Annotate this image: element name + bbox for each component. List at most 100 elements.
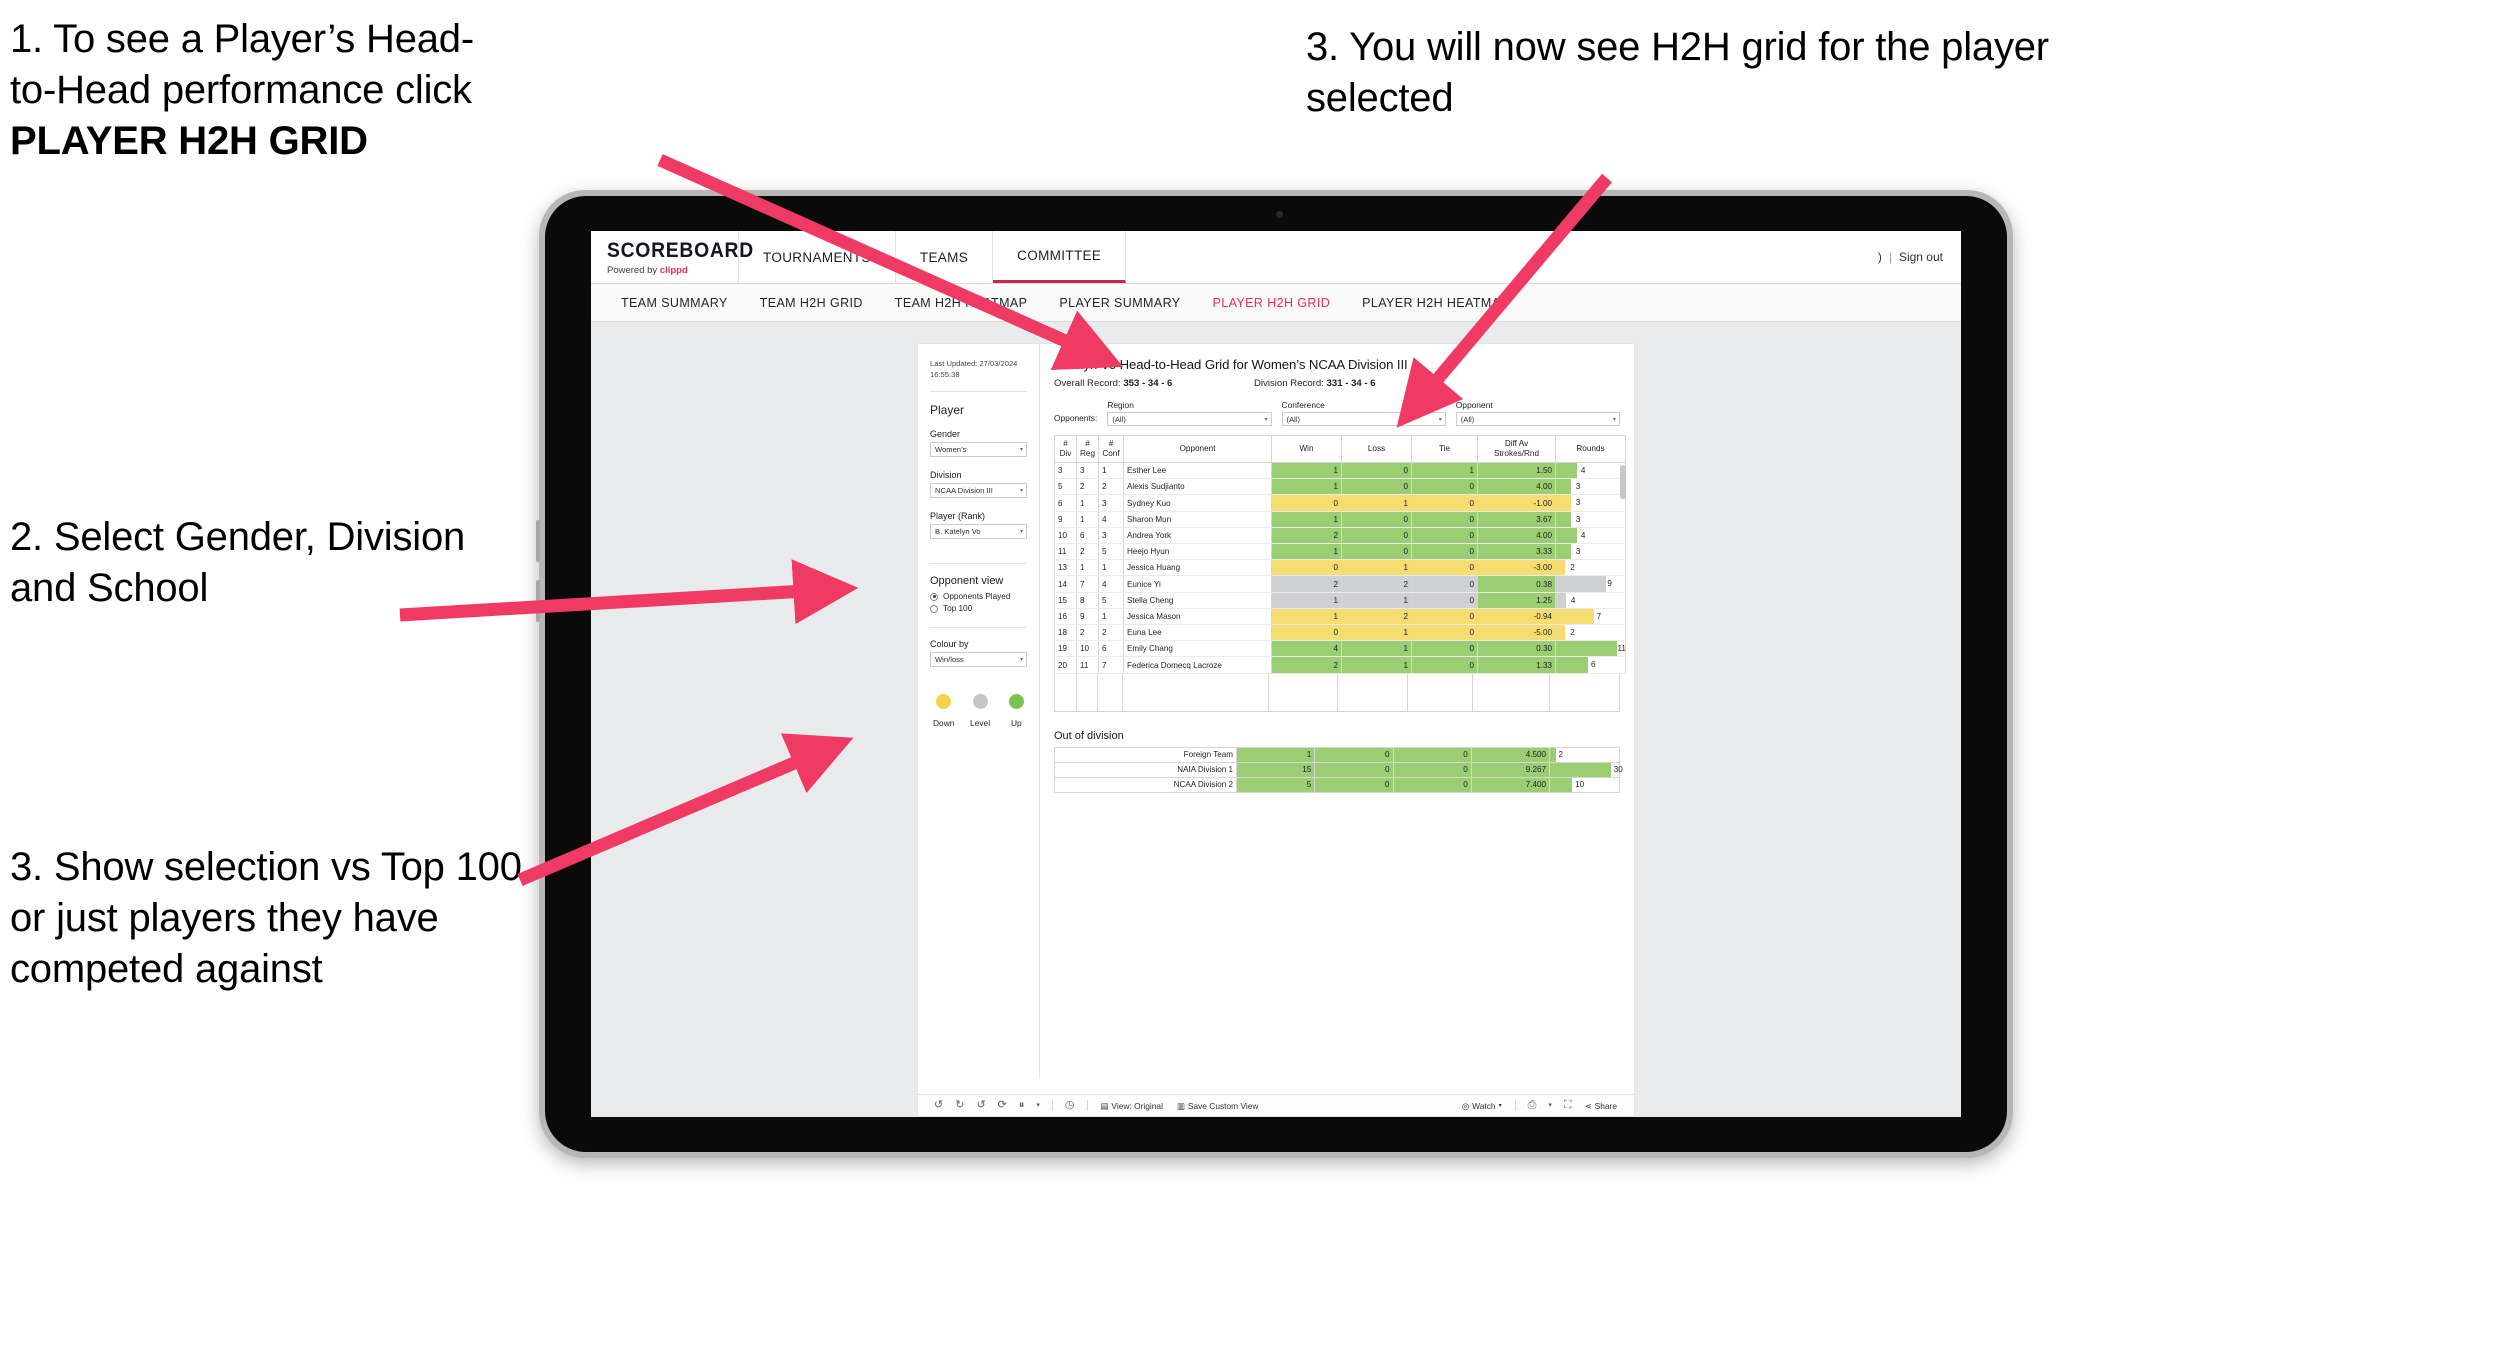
rounds-bar (1556, 608, 1594, 624)
volume-button-down (536, 580, 540, 622)
legend-dot-down (936, 694, 952, 709)
cell-rounds: 4 (1555, 592, 1626, 609)
col-header-rounds[interactable]: Rounds (1555, 435, 1626, 463)
cell-loss: 1 (1341, 592, 1412, 609)
nav-item-teams[interactable]: TEAMS (896, 231, 994, 283)
ood-loss: 0 (1314, 776, 1394, 793)
table-row[interactable]: 11 2 5 Heejo Hyun 1 0 0 3.33 3 (1054, 543, 1626, 561)
table-row[interactable]: 15 8 5 Stella Cheng 1 1 0 1.25 4 (1054, 592, 1626, 609)
filter-gender-value: Women’s (935, 445, 967, 454)
legend-item-level: Level (969, 694, 990, 728)
cell-rounds: 3 (1555, 478, 1626, 496)
opponent-filter-opponent-select[interactable]: (All) ▾ (1455, 412, 1621, 426)
table-row[interactable]: 20 11 7 Federica Domecq Lacroze 2 1 0 1.33 6 (1054, 656, 1626, 674)
refresh-data-icon[interactable]: ⟳ (992, 1100, 1013, 1111)
tab-player-h2h-heatmap[interactable]: PLAYER H2H HEATMAP (1346, 296, 1525, 310)
nav-item-tournaments[interactable]: TOURNAMENTS (739, 231, 896, 283)
filter-player-select[interactable]: B. Katelyn Vo ▾ (930, 524, 1027, 539)
save-custom-view-button[interactable]: ▥ Save Custom View (1170, 1101, 1266, 1111)
cell-opponent: Stella Cheng (1123, 592, 1272, 609)
opponents-label: Opponents: (1054, 413, 1098, 423)
cell-win: 1 (1271, 543, 1342, 561)
cell-rounds: 3 (1555, 494, 1626, 512)
revert-icon[interactable]: ↺ (970, 1100, 991, 1111)
out-of-division-row[interactable]: NAIA Division 1 15 0 0 9.267 30 (1054, 761, 1623, 778)
tab-team-h2h-grid[interactable]: TEAM H2H GRID (744, 296, 879, 310)
tab-team-summary[interactable]: TEAM SUMMARY (605, 296, 744, 310)
undo-icon[interactable]: ↺ (928, 1100, 949, 1111)
cell-div: 3 (1054, 462, 1077, 480)
out-of-division-row[interactable]: NCAA Division 2 5 0 0 7.400 10 (1054, 776, 1620, 793)
redo-icon[interactable]: ↻ (949, 1100, 970, 1111)
col-header-div[interactable]: # Div (1054, 435, 1077, 463)
table-row[interactable]: 9 1 4 Sharon Mun 1 0 0 3.67 3 (1054, 511, 1626, 528)
col-header-reg[interactable]: # Reg (1076, 435, 1099, 463)
opponent-filter-region-select[interactable]: (All) ▾ (1107, 412, 1272, 426)
tab-player-h2h-grid[interactable]: PLAYER H2H GRID (1197, 296, 1347, 310)
filter-colour-by-select[interactable]: Win/loss ▾ (930, 652, 1027, 667)
grid-content: Katelyn Vo Head-to-Head Grid for Women’s… (1040, 344, 1634, 1078)
watch-button[interactable]: ◎ Watch ▾ (1455, 1101, 1509, 1111)
col-header-diff[interactable]: Diff Av Strokes/Rnd (1477, 435, 1556, 463)
rounds-bar (1556, 511, 1572, 527)
tab-team-h2h-heatmap[interactable]: TEAM H2H HEATMAP (879, 296, 1044, 310)
out-of-division-row[interactable]: Foreign Team 1 0 0 4.500 2 (1054, 746, 1620, 763)
filter-division-select[interactable]: NCAA Division III ▾ (930, 483, 1027, 498)
last-updated-label: Last Updated: 27/03/2024 16:55:38 (930, 359, 1018, 379)
sign-out-link[interactable]: Sign out (1899, 250, 1943, 264)
radio-top-100[interactable]: Top 100 (930, 604, 1027, 613)
opponent-filter-conference-select[interactable]: (All) ▾ (1281, 412, 1446, 426)
chevron-down-icon: ▾ (1019, 488, 1023, 494)
table-row[interactable]: 16 9 1 Jessica Mason 1 2 0 -0.94 7 (1054, 608, 1626, 626)
fullscreen-icon[interactable]: ⛶ (1558, 1100, 1578, 1111)
rounds-value: 9 (1607, 579, 1612, 589)
table-row[interactable]: 6 1 3 Sydney Kuo 0 1 0 -1.00 3 (1054, 494, 1626, 512)
table-row[interactable]: 3 3 1 Esther Lee 1 0 1 1.50 4 (1054, 462, 1626, 480)
cell-div: 13 (1054, 559, 1077, 577)
opponent-filter-region: Region (All) ▾ (1107, 400, 1272, 426)
cell-win: 0 (1271, 494, 1342, 512)
cell-div: 15 (1054, 592, 1077, 609)
table-row[interactable]: 18 2 2 Euna Lee 0 1 0 -5.00 2 (1054, 624, 1626, 642)
camera-dot (1276, 211, 1283, 218)
clock-icon[interactable]: ◷ (1059, 1100, 1081, 1111)
toolbar-divider-2 (1086, 1100, 1088, 1111)
header-right-cluster: ) | Sign out (1878, 231, 1961, 283)
cell-reg: 1 (1076, 559, 1099, 577)
chevron-down-icon[interactable]: ▾ (1542, 1102, 1558, 1109)
overall-record: Overall Record: 353 - 34 - 6 (1054, 378, 1254, 389)
cell-loss: 0 (1341, 527, 1412, 545)
cell-win: 1 (1271, 462, 1342, 480)
download-icon[interactable]: ⎙ (1522, 1100, 1543, 1111)
nav-item-committee[interactable]: COMMITTEE (993, 231, 1127, 283)
col-header-win[interactable]: Win (1271, 435, 1342, 463)
cell-tie: 0 (1411, 575, 1478, 593)
opponent-filter-conference-value: (All) (1286, 414, 1301, 424)
cell-opponent: Federica Domecq Lacroze (1123, 656, 1272, 674)
filter-gender-select[interactable]: Women’s ▾ (930, 442, 1027, 457)
col-header-tie[interactable]: Tie (1411, 435, 1478, 463)
cell-rounds: 4 (1555, 462, 1626, 480)
rounds-bar (1556, 576, 1606, 592)
pause-updates-icon[interactable]: ⏸ (1013, 1100, 1031, 1111)
chevron-down-icon: ▾ (1019, 529, 1023, 535)
table-row[interactable]: 5 2 2 Alexis Sudjianto 1 0 0 4.00 3 (1054, 478, 1626, 496)
table-row[interactable]: 19 10 6 Emily Chang 4 1 0 0.30 11 (1054, 640, 1626, 658)
share-button[interactable]: ⋖ Share (1578, 1101, 1624, 1111)
chevron-down-icon[interactable]: ▾ (1030, 1102, 1046, 1109)
col-header-loss[interactable]: Loss (1341, 435, 1412, 463)
radio-opponents-played[interactable]: Opponents Played (930, 592, 1027, 601)
table-row[interactable]: 14 7 4 Eunice Yi 2 2 0 0.38 9 (1054, 575, 1626, 593)
cell-tie: 0 (1411, 656, 1478, 674)
cell-reg: 9 (1076, 608, 1099, 626)
view-original-button[interactable]: ▤ View: Original (1094, 1101, 1170, 1111)
col-header-conf[interactable]: # Conf (1098, 435, 1124, 463)
col-header-opponent[interactable]: Opponent (1123, 435, 1272, 463)
tab-player-summary[interactable]: PLAYER SUMMARY (1043, 296, 1196, 310)
table-row[interactable]: 13 1 1 Jessica Huang 0 1 0 -3.00 2 (1054, 559, 1626, 577)
table-scrollbar[interactable] (1620, 465, 1626, 499)
table-row[interactable]: 10 6 3 Andrea York 2 0 0 4.00 4 (1054, 527, 1626, 545)
filter-rail: Last Updated: 27/03/2024 16:55:38 Player… (918, 344, 1040, 1078)
rail-divider-2 (930, 563, 1027, 564)
cell-opponent: Andrea York (1123, 527, 1272, 545)
